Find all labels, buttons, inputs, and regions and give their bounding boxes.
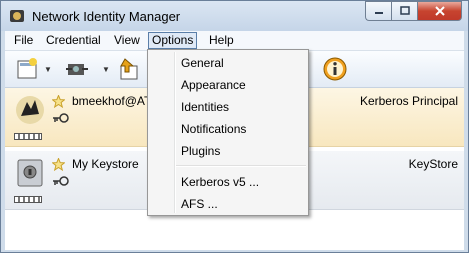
menu-item-kerberos-v5[interactable]: Kerberos v5 ... xyxy=(181,173,259,191)
expiration-meter xyxy=(14,196,42,203)
star-icon[interactable] xyxy=(52,158,65,171)
menu-bar: File Credential View Options Help xyxy=(5,31,464,51)
title-bar[interactable]: Network Identity Manager xyxy=(1,1,468,31)
menu-item-general[interactable]: General xyxy=(181,54,224,72)
menu-file[interactable]: File xyxy=(11,33,36,49)
star-icon[interactable] xyxy=(52,95,65,108)
new-credentials-icon[interactable] xyxy=(15,56,41,82)
minimize-icon xyxy=(374,12,383,14)
identity-name: My Keystore xyxy=(72,157,139,171)
dropdown-arrow-icon[interactable]: ▼ xyxy=(102,65,110,74)
close-icon xyxy=(434,6,445,16)
dropdown-arrow-icon[interactable]: ▼ xyxy=(44,65,52,74)
identity-type: Kerberos Principal xyxy=(359,94,458,108)
close-button[interactable] xyxy=(417,1,462,21)
expiration-meter xyxy=(14,133,42,140)
import-credentials-icon[interactable] xyxy=(117,56,143,82)
kerberos-identity-icon xyxy=(16,96,44,124)
minimize-button[interactable] xyxy=(365,1,391,21)
menu-help[interactable]: Help xyxy=(206,33,237,49)
menu-item-notifications[interactable]: Notifications xyxy=(181,120,246,138)
key-icon xyxy=(53,113,69,123)
menu-item-afs[interactable]: AFS ... xyxy=(181,195,218,213)
options-dropdown-menu: General Appearance Identities Notificati… xyxy=(147,49,309,216)
identity-type: KeyStore xyxy=(408,157,458,171)
menu-item-identities[interactable]: Identities xyxy=(181,98,229,116)
info-icon[interactable] xyxy=(323,57,347,81)
caption-buttons xyxy=(365,1,462,21)
menu-gutter xyxy=(174,52,176,213)
menu-credential[interactable]: Credential xyxy=(43,33,104,49)
maximize-button[interactable] xyxy=(391,1,417,21)
menu-options[interactable]: Options xyxy=(148,32,198,49)
identity-name: bmeekhof@ATI xyxy=(72,94,155,108)
maximize-icon xyxy=(399,6,410,15)
keystore-icon xyxy=(17,159,43,187)
app-icon xyxy=(10,10,24,22)
menu-item-appearance[interactable]: Appearance xyxy=(181,76,246,94)
window-title: Network Identity Manager xyxy=(32,9,181,24)
menu-item-plugins[interactable]: Plugins xyxy=(181,142,220,160)
menu-view[interactable]: View xyxy=(111,33,143,49)
menu-separator xyxy=(176,165,306,167)
renew-credentials-icon[interactable] xyxy=(64,56,90,82)
key-icon xyxy=(53,176,69,186)
